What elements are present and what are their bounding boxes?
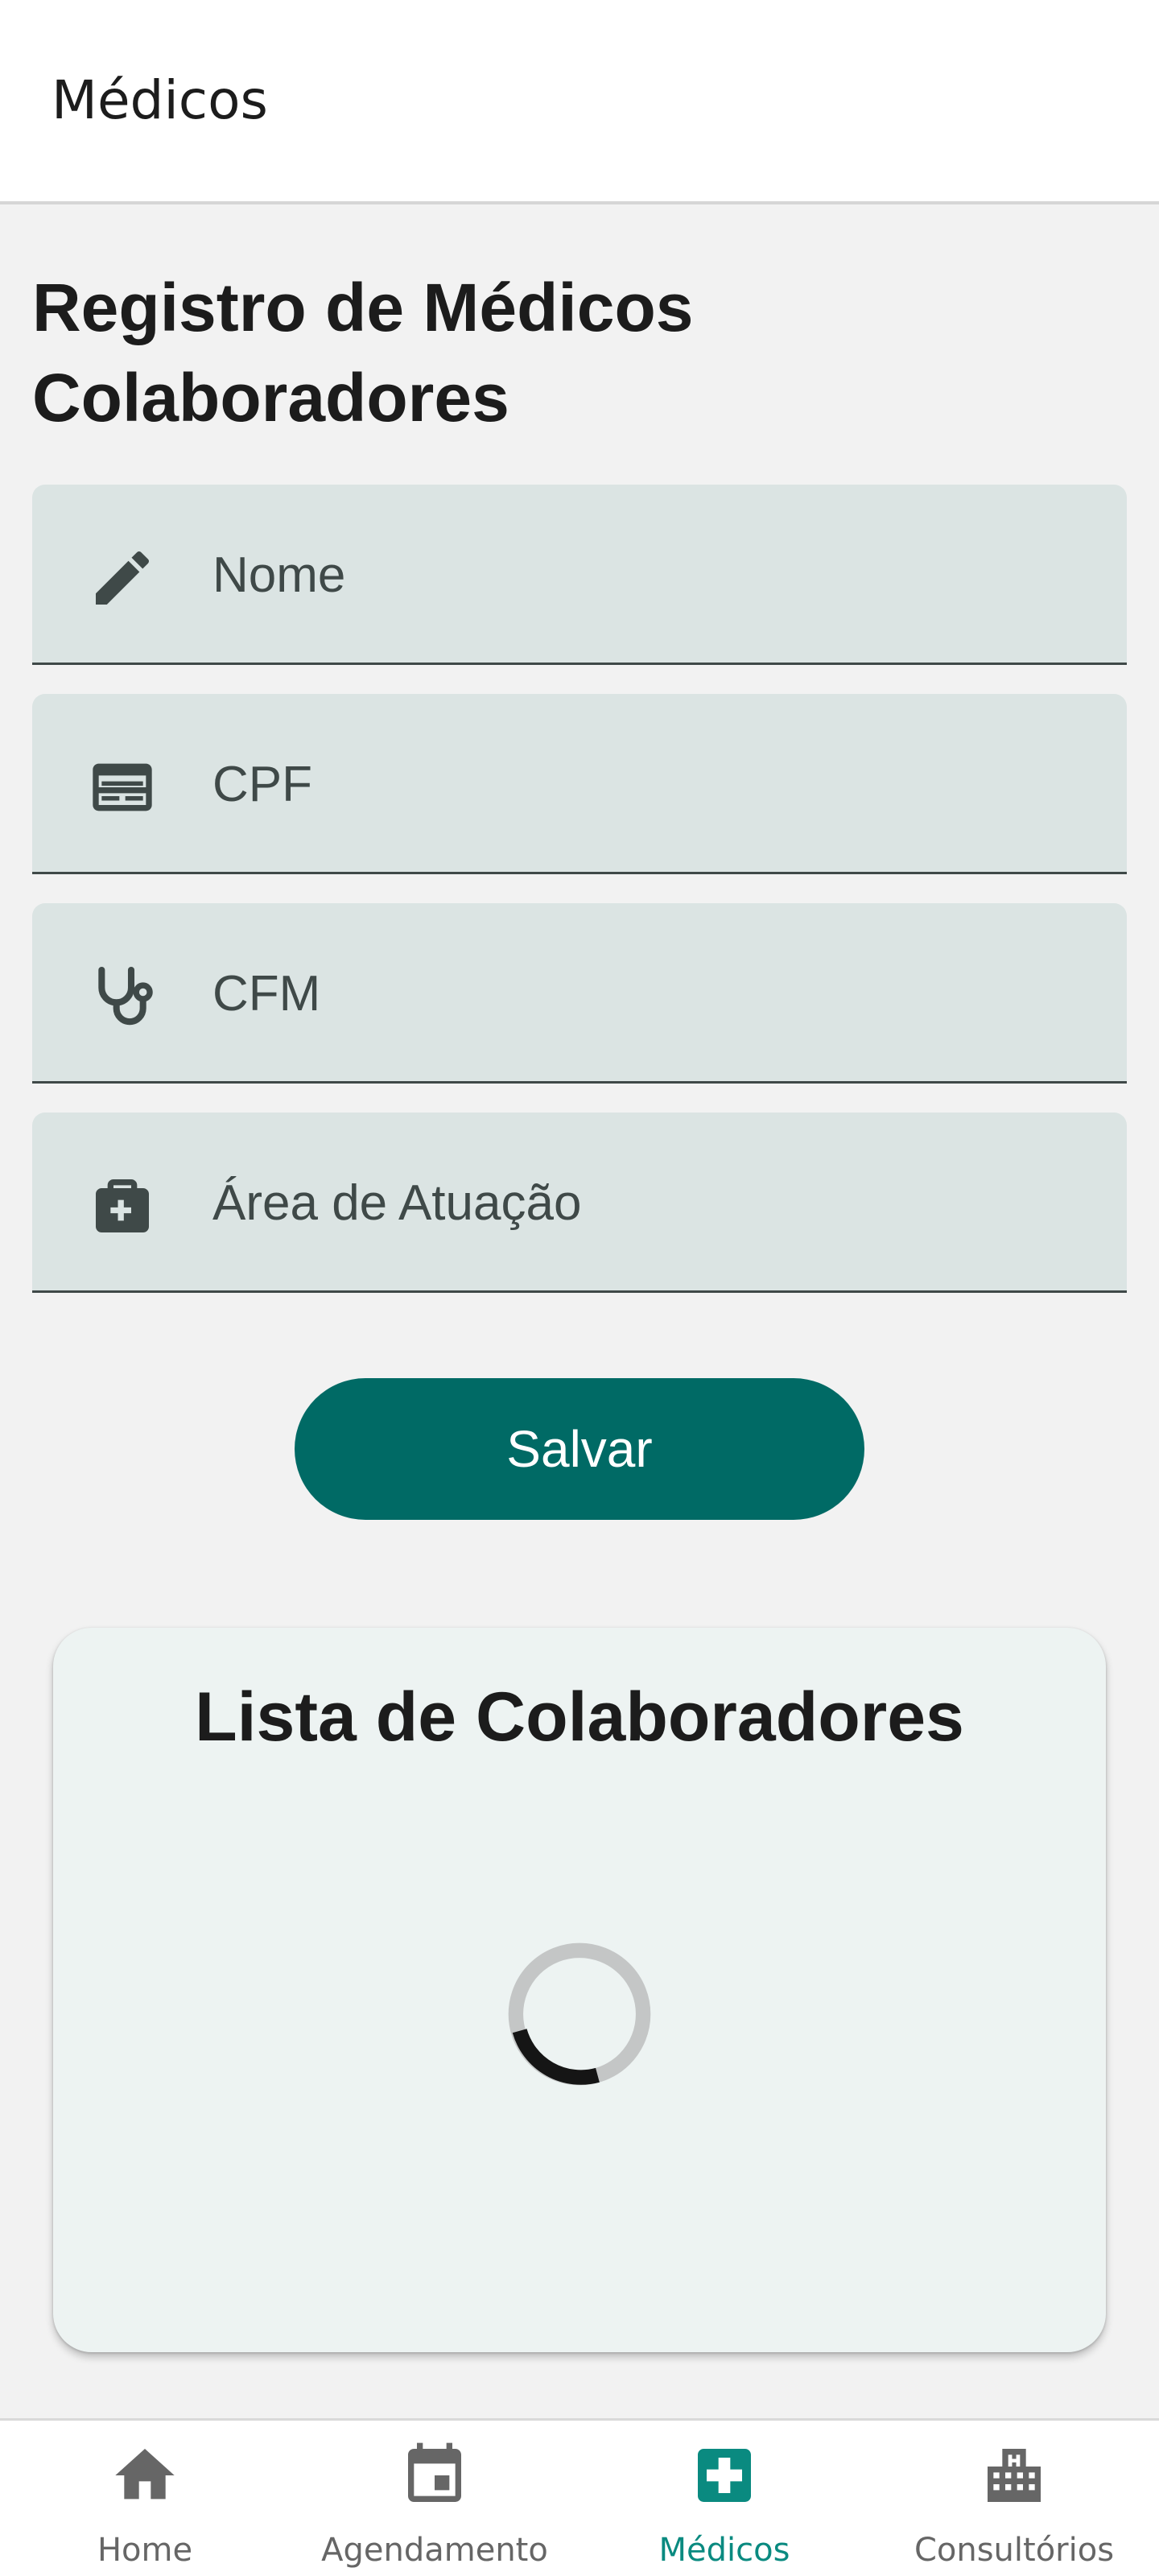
list-title: Lista de Colaboradores	[195, 1678, 964, 1756]
medical-cross-icon	[689, 2440, 760, 2511]
nav-label-consultorios: Consultórios	[914, 2532, 1115, 2569]
nav-item-medicos[interactable]: Médicos	[580, 2421, 869, 2576]
loading-spinner	[505, 1940, 654, 2088]
cfm-placeholder: CFM	[212, 965, 321, 1022]
nav-label-agendamento: Agendamento	[321, 2532, 548, 2569]
bottom-navigation: Home Agendamento Médicos Consultórios	[0, 2418, 1159, 2576]
save-button[interactable]: Salvar	[295, 1378, 864, 1520]
nav-item-agendamento[interactable]: Agendamento	[290, 2421, 580, 2576]
home-icon	[109, 2440, 180, 2511]
cfm-field[interactable]: CFM	[32, 903, 1127, 1084]
app-bar: Médicos	[0, 0, 1159, 204]
nav-item-home[interactable]: Home	[0, 2421, 290, 2576]
nav-label-medicos: Médicos	[658, 2532, 790, 2569]
name-field[interactable]: Nome	[32, 485, 1127, 665]
nav-label-home: Home	[97, 2532, 193, 2569]
hospital-building-icon	[979, 2440, 1050, 2511]
name-placeholder: Nome	[212, 547, 346, 603]
medical-bag-icon	[87, 1170, 158, 1241]
cpf-field[interactable]: CPF	[32, 694, 1127, 874]
stethoscope-icon	[87, 961, 158, 1032]
id-card-icon	[87, 752, 158, 823]
collaborators-list-card: Lista de Colaboradores	[53, 1628, 1106, 2352]
pencil-icon	[87, 543, 158, 613]
calendar-icon	[399, 2440, 470, 2511]
specialty-placeholder: Área de Atuação	[212, 1174, 582, 1231]
specialty-field[interactable]: Área de Atuação	[32, 1113, 1127, 1293]
form-heading: Registro de Médicos Colaboradores	[32, 270, 694, 436]
nav-item-consultorios[interactable]: Consultórios	[869, 2421, 1159, 2576]
page-title: Médicos	[52, 69, 268, 131]
cpf-placeholder: CPF	[212, 756, 312, 812]
